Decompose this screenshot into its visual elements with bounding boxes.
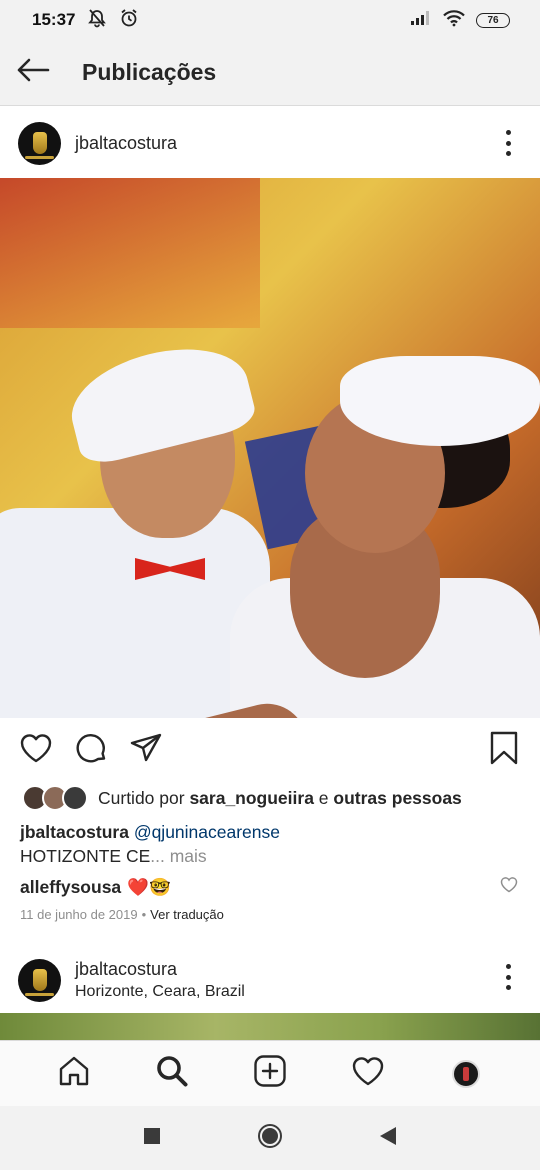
avatar[interactable] <box>18 121 61 165</box>
caption-user[interactable]: jbaltacostura <box>20 822 129 842</box>
caption-line-2: HOTIZONTE CE... mais <box>20 844 280 868</box>
likes-prefix: Curtido por <box>98 787 190 808</box>
more-options-button[interactable] <box>502 130 514 156</box>
logo-ring <box>25 992 54 996</box>
comment-icon <box>75 731 109 770</box>
status-time: 15:37 <box>32 10 76 29</box>
dot <box>505 140 511 146</box>
nav-new-post[interactable] <box>243 1047 297 1101</box>
post-date: 11 de junho de 2019 <box>20 907 138 922</box>
dot <box>505 974 511 980</box>
logo-crown <box>32 132 47 154</box>
nav-activity[interactable] <box>341 1047 395 1101</box>
comment-user[interactable]: alleffysousa <box>20 877 121 898</box>
likes-others[interactable]: outras pessoas <box>333 788 461 808</box>
profile-avatar-figure <box>463 1066 469 1081</box>
post2-photo[interactable] <box>0 1013 540 1040</box>
post-header-2: jbaltacostura Horizonte, Ceara, Brazil <box>0 950 540 1010</box>
recents-square-icon <box>143 1127 161 1150</box>
system-nav <box>0 1106 540 1170</box>
home-circle-icon <box>257 1123 283 1154</box>
dot <box>505 985 511 990</box>
post-actions <box>0 726 540 776</box>
avatar <box>62 785 88 811</box>
bookmark-icon <box>489 731 519 770</box>
post-caption: jbaltacostura @qjuninacearense HOTIZONTE… <box>20 820 280 868</box>
battery-icon: 76 <box>476 12 510 28</box>
status-left: 15:37 <box>32 8 139 33</box>
caption-line-1: jbaltacostura @qjuninacearense <box>20 820 280 844</box>
dot <box>505 130 511 135</box>
liker-avatars <box>22 785 88 811</box>
heart-icon <box>500 877 518 893</box>
nav-home[interactable] <box>47 1047 101 1101</box>
nav-search[interactable] <box>145 1047 199 1101</box>
post-photo[interactable] <box>0 178 540 718</box>
dot <box>505 964 511 969</box>
nav-profile[interactable] <box>439 1047 493 1101</box>
back-button[interactable] <box>0 40 66 106</box>
share-icon <box>129 732 163 769</box>
comment-emojis: ❤️🤓 <box>127 876 171 897</box>
post-meta: 11 de junho de 2019 • Ver tradução <box>20 907 224 922</box>
separator: • <box>141 907 147 922</box>
save-button[interactable] <box>486 731 522 770</box>
status-bar: 15:37 76 <box>0 0 540 40</box>
arrow-left-icon <box>16 58 50 87</box>
alarm-icon <box>119 8 139 33</box>
heart-icon <box>19 732 53 769</box>
see-translation-link[interactable]: Ver tradução <box>150 907 224 922</box>
mute-notifications-icon <box>87 8 107 33</box>
dot <box>505 151 511 156</box>
home-icon <box>57 1054 91 1093</box>
page-title: Publicações <box>82 59 217 85</box>
post-header: jbaltacostura <box>0 108 540 178</box>
share-button[interactable] <box>128 732 164 768</box>
wifi-icon <box>442 9 466 32</box>
back-triangle-icon <box>379 1126 397 1151</box>
logo-crown <box>32 969 47 991</box>
comment-button[interactable] <box>74 732 110 768</box>
more-options-button[interactable] <box>502 964 514 990</box>
photo-headdress <box>340 356 540 446</box>
battery-level: 76 <box>487 14 499 26</box>
new-post-icon <box>253 1054 287 1093</box>
recents-button[interactable] <box>132 1118 172 1158</box>
post-username[interactable]: jbaltacostura <box>75 133 177 154</box>
caption-more-link[interactable]: ... mais <box>150 846 206 866</box>
photo-background <box>0 178 260 328</box>
caption-mention[interactable]: @qjuninacearense <box>134 822 280 842</box>
logo-ring <box>25 155 54 159</box>
signal-icon <box>410 10 432 31</box>
bottom-nav <box>0 1040 540 1106</box>
app-header: Publicações <box>0 40 540 106</box>
profile-avatar <box>452 1059 480 1088</box>
caption-text: HOTIZONTE CE <box>20 846 151 866</box>
post2-header-text: jbaltacostura Horizonte, Ceara, Brazil <box>75 959 245 1001</box>
likes-text: Curtido por sara_nogueiira e outras pess… <box>98 788 462 809</box>
post2-username[interactable]: jbaltacostura <box>75 959 245 980</box>
status-right: 76 <box>410 9 510 32</box>
like-button[interactable] <box>18 732 54 768</box>
activity-heart-icon <box>351 1055 385 1092</box>
avatar[interactable] <box>18 958 61 1002</box>
system-back-button[interactable] <box>368 1118 408 1158</box>
likes-connector: e <box>313 787 334 808</box>
comment-like-button[interactable] <box>500 876 518 898</box>
likes-user[interactable]: sara_nogueiira <box>189 788 314 808</box>
likes-row[interactable]: Curtido por sara_nogueiira e outras pess… <box>22 785 462 811</box>
post2-location[interactable]: Horizonte, Ceara, Brazil <box>75 983 245 1001</box>
search-icon <box>155 1054 189 1093</box>
home-button[interactable] <box>250 1118 290 1158</box>
comment-row: alleffysousa ❤️🤓 <box>20 874 520 900</box>
